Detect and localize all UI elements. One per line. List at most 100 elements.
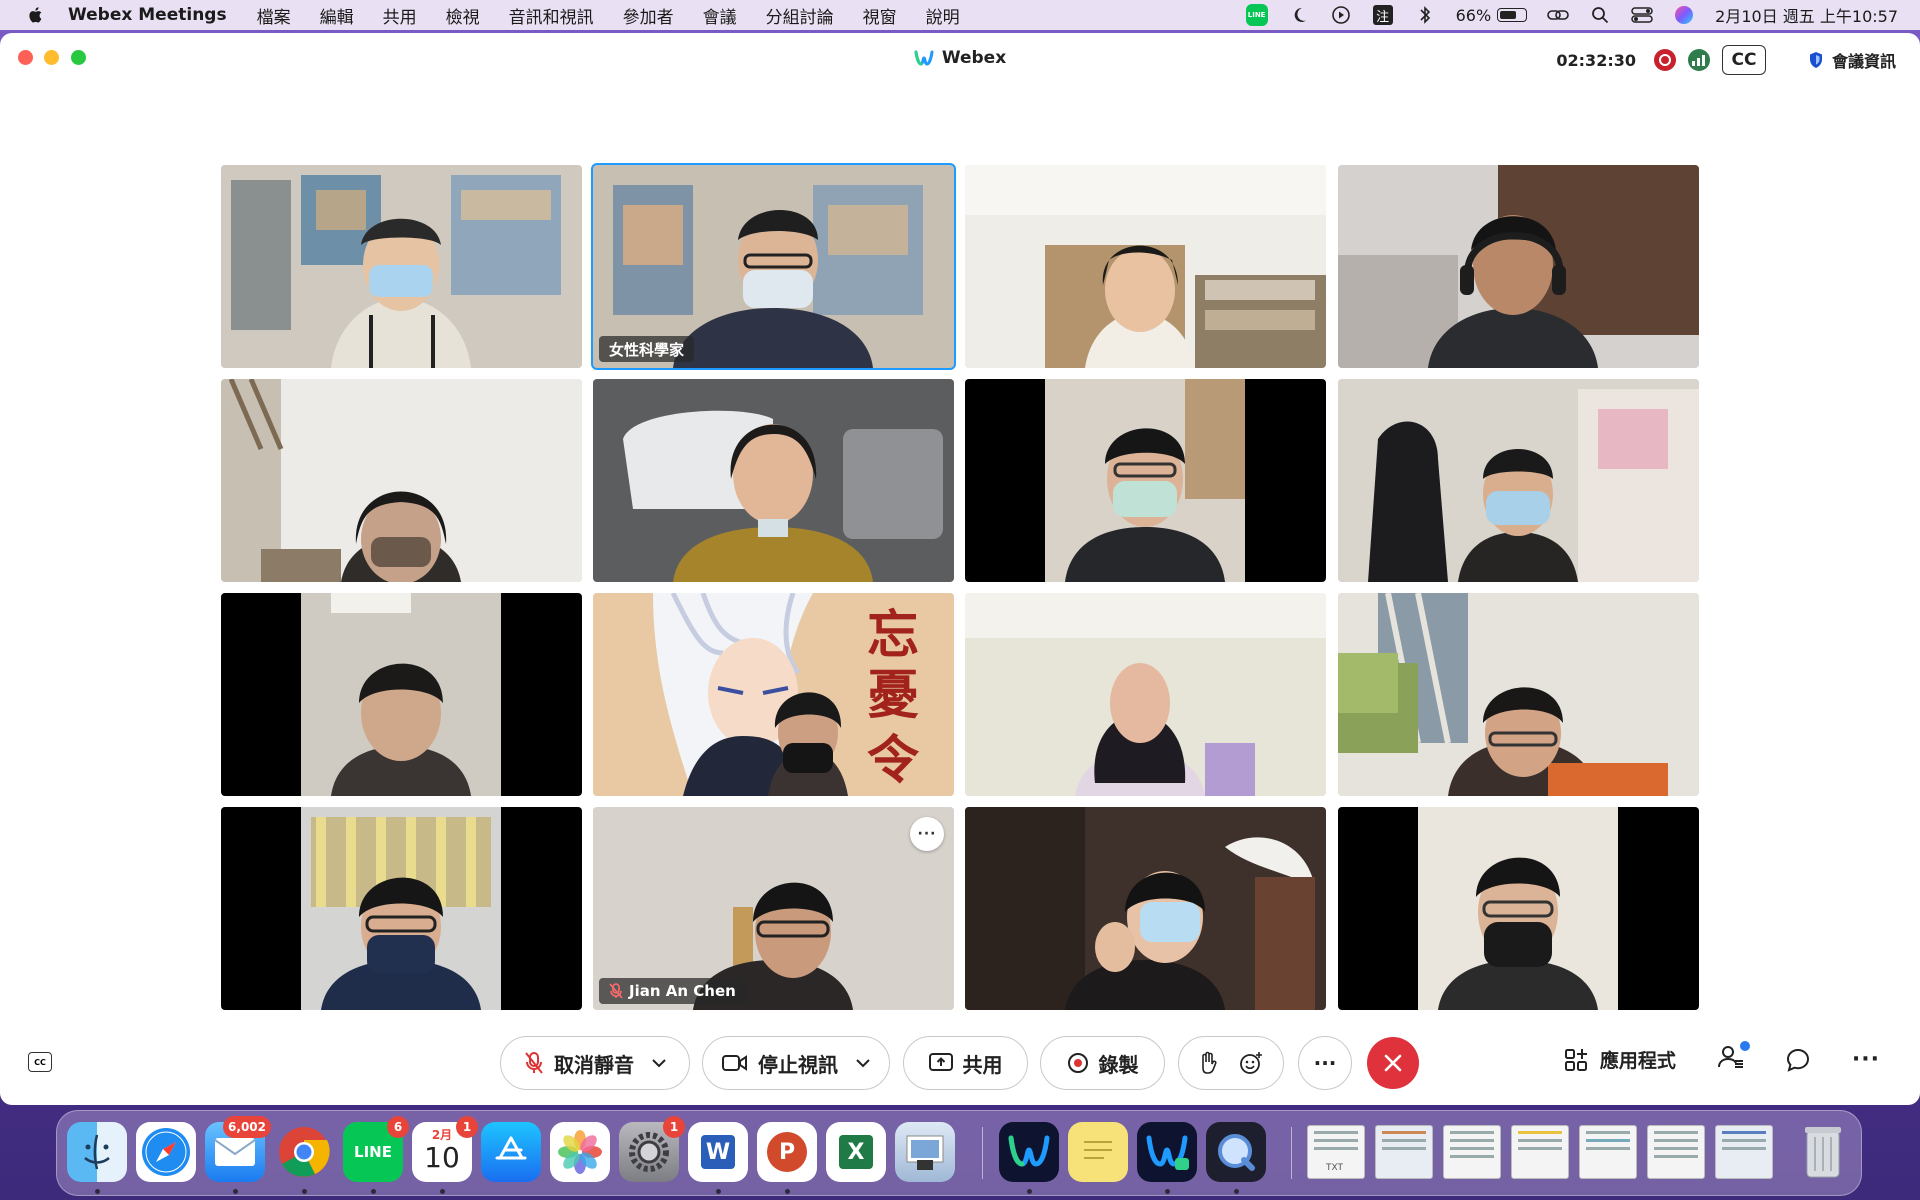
webex-meetings-icon[interactable] bbox=[1137, 1122, 1197, 1182]
video-tile[interactable]: 忘 憂 令 bbox=[593, 593, 954, 796]
finder-icon[interactable] bbox=[67, 1122, 127, 1182]
video-tile[interactable] bbox=[221, 807, 582, 1010]
mail-icon[interactable]: 6,002 bbox=[205, 1116, 271, 1182]
excel-icon[interactable]: X bbox=[826, 1122, 886, 1182]
link-icon[interactable] bbox=[1547, 4, 1569, 26]
video-tile[interactable] bbox=[965, 593, 1326, 796]
battery-indicator[interactable]: 66% bbox=[1456, 6, 1528, 25]
minimized-window-thumbnail[interactable] bbox=[1715, 1125, 1773, 1179]
line-app-icon[interactable]: LINE 6 bbox=[343, 1116, 409, 1182]
participant-video bbox=[1338, 165, 1699, 368]
quicktime-icon[interactable] bbox=[1206, 1122, 1266, 1182]
minimized-window-thumbnail[interactable] bbox=[1443, 1125, 1501, 1179]
line-status-icon[interactable]: LINE bbox=[1245, 4, 1268, 26]
calendar-icon[interactable]: 2月 10 1 bbox=[412, 1116, 478, 1182]
apple-icon[interactable] bbox=[26, 5, 46, 25]
video-tile[interactable] bbox=[221, 593, 582, 796]
minimized-window-thumbnail[interactable] bbox=[1647, 1125, 1705, 1179]
meeting-info-button[interactable]: 會議資訊 bbox=[1808, 48, 1896, 72]
siri-icon[interactable] bbox=[1673, 4, 1695, 26]
menu-file[interactable]: 檔案 bbox=[257, 3, 291, 28]
menu-view[interactable]: 檢視 bbox=[446, 3, 480, 28]
control-center-icon[interactable] bbox=[1631, 4, 1653, 26]
photos-icon[interactable] bbox=[550, 1122, 610, 1182]
menu-window[interactable]: 視窗 bbox=[863, 3, 897, 28]
video-camera-icon bbox=[722, 1055, 747, 1071]
video-tile[interactable] bbox=[1338, 807, 1699, 1010]
menubar-datetime[interactable]: 2月10日 週五 上午10:57 bbox=[1715, 3, 1898, 27]
recording-status-icon[interactable] bbox=[1653, 49, 1676, 71]
video-tile[interactable] bbox=[1338, 379, 1699, 582]
video-tile[interactable] bbox=[965, 379, 1326, 582]
chevron-down-icon[interactable] bbox=[856, 1058, 870, 1068]
minimized-window-thumbnail[interactable] bbox=[1511, 1125, 1569, 1179]
dock: 6,002 LINE 6 2月 10 1 1 W P X TXT bbox=[56, 1110, 1862, 1196]
unmute-button[interactable]: 取消靜音 bbox=[500, 1036, 690, 1090]
webex-logo-icon bbox=[914, 50, 934, 66]
video-tile[interactable] bbox=[965, 165, 1326, 368]
video-tile[interactable] bbox=[965, 807, 1326, 1010]
svg-text:令: 令 bbox=[867, 731, 920, 791]
menu-edit[interactable]: 編輯 bbox=[320, 3, 354, 28]
system-settings-icon[interactable]: 1 bbox=[619, 1116, 685, 1182]
spotlight-search-icon[interactable] bbox=[1589, 4, 1611, 26]
video-tile[interactable] bbox=[1338, 165, 1699, 368]
participant-video bbox=[1338, 593, 1699, 796]
line-unread-badge: 6 bbox=[387, 1116, 409, 1138]
chrome-icon[interactable] bbox=[274, 1122, 334, 1182]
tile-more-options-button[interactable]: ··· bbox=[910, 817, 944, 851]
video-tile[interactable]: ··· Jian An Chen bbox=[593, 807, 954, 1010]
video-tile[interactable] bbox=[1338, 593, 1699, 796]
video-tile[interactable] bbox=[593, 379, 954, 582]
trash-icon[interactable] bbox=[1793, 1122, 1853, 1182]
raise-hand-icon[interactable] bbox=[1199, 1051, 1217, 1075]
menu-help[interactable]: 說明 bbox=[926, 3, 960, 28]
menu-share[interactable]: 共用 bbox=[383, 3, 417, 28]
more-options-button[interactable]: ··· bbox=[1298, 1036, 1352, 1090]
moon-icon[interactable] bbox=[1288, 4, 1310, 26]
minimized-window-thumbnail[interactable] bbox=[1375, 1125, 1433, 1179]
participants-button[interactable] bbox=[1717, 1041, 1750, 1074]
captions-toggle-icon[interactable]: CC bbox=[28, 1052, 52, 1072]
video-tile-active-speaker[interactable]: 女性科學家 bbox=[591, 163, 956, 370]
preview-icon[interactable] bbox=[895, 1122, 955, 1182]
bluetooth-icon[interactable] bbox=[1414, 4, 1436, 26]
input-method-icon[interactable]: 注 bbox=[1372, 4, 1394, 26]
calendar-badge: 1 bbox=[456, 1116, 478, 1138]
menu-breakout[interactable]: 分組討論 bbox=[766, 3, 834, 28]
menu-participants[interactable]: 參加者 bbox=[623, 3, 674, 28]
chat-icon[interactable] bbox=[1786, 1048, 1810, 1072]
closed-captions-button[interactable]: CC bbox=[1721, 45, 1766, 75]
word-icon[interactable]: W bbox=[688, 1122, 748, 1182]
leave-meeting-button[interactable] bbox=[1367, 1037, 1419, 1089]
participant-video bbox=[221, 807, 582, 1010]
mail-unread-badge: 6,002 bbox=[223, 1116, 271, 1138]
stop-video-button[interactable]: 停止視訊 bbox=[702, 1036, 890, 1090]
video-tile[interactable] bbox=[221, 379, 582, 582]
participant-video bbox=[965, 379, 1326, 582]
reactions-emoji-icon[interactable] bbox=[1239, 1051, 1263, 1075]
share-button[interactable]: 共用 bbox=[903, 1036, 1028, 1090]
apps-button[interactable]: 應用程式 bbox=[1564, 1046, 1676, 1073]
chevron-down-icon[interactable] bbox=[652, 1058, 666, 1068]
webex-app-icon[interactable] bbox=[999, 1122, 1059, 1182]
menu-audio-video[interactable]: 音訊和視訊 bbox=[509, 3, 594, 28]
stickies-icon[interactable] bbox=[1068, 1122, 1128, 1182]
video-tile[interactable] bbox=[221, 165, 582, 368]
svg-text:憂: 憂 bbox=[867, 666, 919, 726]
participant-video bbox=[965, 165, 1326, 368]
app-store-icon[interactable] bbox=[481, 1122, 541, 1182]
network-health-icon[interactable] bbox=[1687, 49, 1710, 71]
play-circle-icon[interactable] bbox=[1330, 4, 1352, 26]
txt-document-icon[interactable]: TXT bbox=[1307, 1125, 1365, 1179]
menu-bar: Webex Meetings 檔案 編輯 共用 檢視 音訊和視訊 參加者 會議 … bbox=[0, 0, 1920, 30]
participant-video bbox=[593, 379, 954, 582]
menu-app-name[interactable]: Webex Meetings bbox=[68, 5, 227, 25]
overflow-menu-button[interactable]: ··· bbox=[1852, 1047, 1880, 1072]
record-button[interactable]: 錄製 bbox=[1040, 1036, 1165, 1090]
safari-icon[interactable] bbox=[136, 1122, 196, 1182]
minimized-window-thumbnail[interactable] bbox=[1579, 1125, 1637, 1179]
powerpoint-icon[interactable]: P bbox=[757, 1122, 817, 1182]
svg-text:忘: 忘 bbox=[867, 606, 919, 666]
menu-meeting[interactable]: 會議 bbox=[703, 3, 737, 28]
